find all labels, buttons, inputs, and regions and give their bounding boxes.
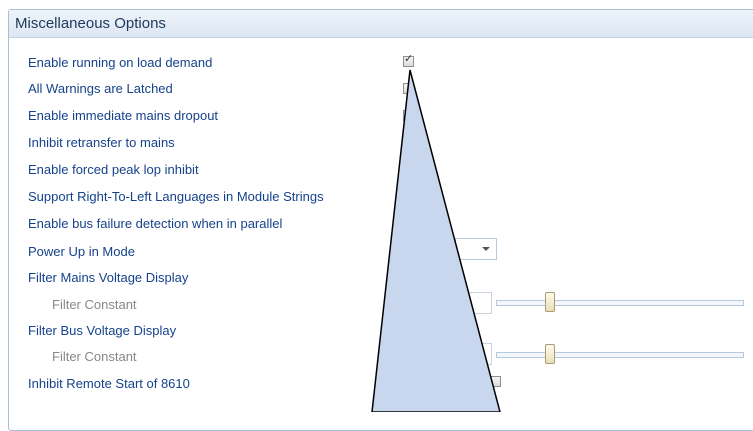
callout-pointer	[371, 69, 501, 412]
callout-shape	[371, 69, 501, 412]
